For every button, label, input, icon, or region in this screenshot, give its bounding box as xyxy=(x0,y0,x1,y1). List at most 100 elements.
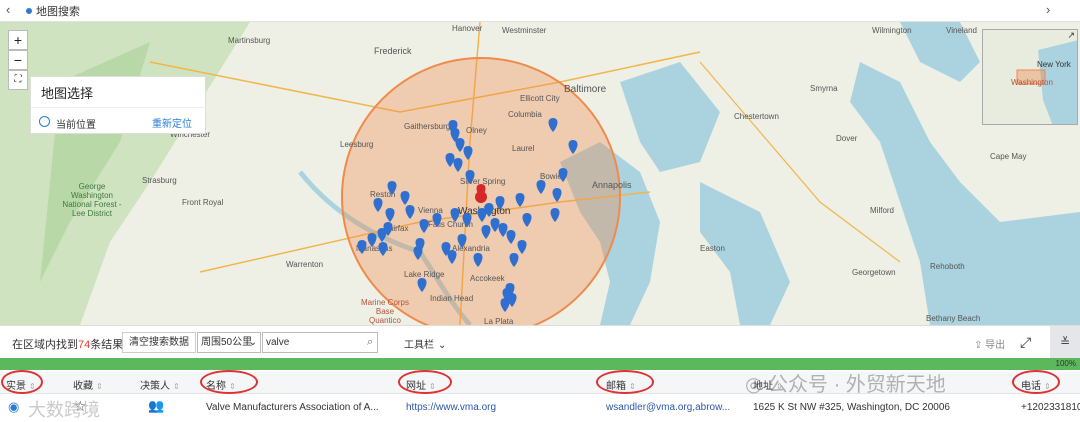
map-pin-icon[interactable] xyxy=(522,213,532,227)
minimap-label-washington: Washington xyxy=(1011,78,1053,87)
result-number: 74 xyxy=(78,339,91,351)
map-pin-icon[interactable] xyxy=(548,118,558,132)
map-pin-icon[interactable] xyxy=(500,298,510,312)
collapse-icon[interactable]: ≚ xyxy=(1050,326,1080,359)
map-pin-icon[interactable] xyxy=(378,242,388,256)
search-icon[interactable]: ⌕ xyxy=(367,333,373,352)
map-pin-icon[interactable] xyxy=(473,253,483,267)
map-pin-icon[interactable] xyxy=(550,208,560,222)
center-pin-icon[interactable] xyxy=(476,184,486,198)
keyword-value: valve xyxy=(266,337,290,348)
map-pin-icon[interactable] xyxy=(481,225,491,239)
map-view[interactable]: Frederick Baltimore Annapolis Columbia E… xyxy=(0,22,1080,325)
map-pin-icon[interactable] xyxy=(568,140,578,154)
row-phone: +1202331810 xyxy=(1021,402,1080,413)
chevron-left-icon[interactable]: ‹ xyxy=(6,2,10,17)
minimap[interactable]: New York Washington ↗ xyxy=(982,29,1078,125)
row-address: 1625 K St NW #325, Washington, DC 20006 xyxy=(753,402,950,413)
clear-search-button[interactable]: 清空搜索数据 xyxy=(122,332,196,353)
highlight-ellipse xyxy=(596,370,654,394)
highlight-ellipse xyxy=(1,370,43,394)
map-pin-icon[interactable] xyxy=(536,180,546,194)
contacts-icon[interactable]: 👥 xyxy=(148,398,164,414)
row-email[interactable]: wsandler@vma.org,abrow... xyxy=(606,402,730,413)
highlight-ellipse xyxy=(398,370,452,394)
tab-dot-icon xyxy=(26,8,32,14)
map-pin-icon[interactable] xyxy=(387,181,397,195)
map-pin-icon[interactable] xyxy=(453,158,463,172)
tab-map-search[interactable]: 地图搜索 xyxy=(26,3,80,19)
map-pin-icon[interactable] xyxy=(419,219,429,233)
map-pin-icon[interactable] xyxy=(445,153,455,167)
result-toolbar: 在区域内找到74条结果 清空搜索数据 周围50公里 ⌄ valve ⌕ 工具栏 ⌄ ⇪… xyxy=(0,325,1080,359)
map-pin-icon[interactable] xyxy=(447,250,457,264)
map-pin-icon[interactable] xyxy=(457,234,467,248)
wechat-watermark: ◎ 公众号 · 外贸新天地 xyxy=(745,368,946,397)
found-suffix: 条结果 xyxy=(90,339,124,351)
table-row[interactable]: ◉ ☆ 👥 Valve Manufacturers Association of… xyxy=(0,394,1080,421)
tools-label: 工具栏 xyxy=(404,340,434,351)
fullscreen-map-icon[interactable]: ⛶ xyxy=(8,70,28,90)
map-pin-icon[interactable] xyxy=(552,188,562,202)
brand-watermark: 大数跨境 xyxy=(28,400,100,420)
map-select-title: 地图选择 xyxy=(41,86,94,101)
map-pin-icon[interactable] xyxy=(455,138,465,152)
current-location-label: 当前位置 xyxy=(56,120,96,131)
result-count: 在区域内找到74条结果 xyxy=(12,336,123,352)
wechat-watermark-text: 公众号 · 外贸新天地 xyxy=(768,374,946,396)
map-pin-icon[interactable] xyxy=(413,246,423,260)
chevron-right-icon[interactable]: › xyxy=(1046,2,1050,17)
map-pin-icon[interactable] xyxy=(517,240,527,254)
progress-label: 100% xyxy=(1055,359,1076,368)
map-pin-icon[interactable] xyxy=(509,253,519,267)
zoom-out-button[interactable]: − xyxy=(8,50,28,70)
zoom-in-button[interactable]: + xyxy=(8,30,28,50)
export-label: 导出 xyxy=(985,340,1006,351)
keyword-input[interactable]: valve ⌕ xyxy=(262,332,378,353)
row-name[interactable]: Valve Manufacturers Association of A... xyxy=(206,402,379,413)
found-prefix: 在区域内找到 xyxy=(12,339,78,351)
column-label: 收藏 xyxy=(73,381,93,392)
minimap-label-newyork: New York xyxy=(1037,60,1071,69)
sort-icon: ⇕ xyxy=(173,382,180,391)
map-pin-icon[interactable] xyxy=(495,196,505,210)
row-website[interactable]: https://www.vma.org xyxy=(406,402,496,413)
radius-value: 周围50公里 xyxy=(201,337,253,348)
map-pin-icon[interactable] xyxy=(506,230,516,244)
streetview-icon[interactable]: ◉ xyxy=(8,399,19,415)
tools-menu[interactable]: 工具栏 ⌄ xyxy=(404,336,446,351)
radius-select[interactable]: 周围50公里 ⌄ xyxy=(197,332,261,353)
current-location-row: 当前位置 重新定位 xyxy=(31,107,206,135)
map-pin-icon[interactable] xyxy=(450,208,460,222)
tab-label: 地图搜索 xyxy=(36,6,80,18)
map-pin-icon[interactable] xyxy=(367,233,377,247)
highlight-ellipse xyxy=(1012,370,1060,394)
map-pin-icon[interactable] xyxy=(373,198,383,212)
column-favorite[interactable]: 收藏 ⇕ xyxy=(73,377,103,392)
map-select-panel: 地图选择 当前位置 重新定位 xyxy=(30,76,206,134)
fullscreen-icon[interactable]: ⤢ xyxy=(1020,334,1031,351)
column-decision[interactable]: 决策人 ⇕ xyxy=(140,377,180,392)
map-pin-icon[interactable] xyxy=(462,213,472,227)
map-pin-icon[interactable] xyxy=(490,218,500,232)
column-label: 决策人 xyxy=(140,381,170,392)
highlight-ellipse xyxy=(200,370,258,394)
map-pin-icon[interactable] xyxy=(417,278,427,292)
map-pin-icon[interactable] xyxy=(432,213,442,227)
map-pin-icon[interactable] xyxy=(385,208,395,222)
minimap-expand-icon[interactable]: ↗ xyxy=(1067,30,1075,41)
map-pin-icon[interactable] xyxy=(498,223,508,237)
map-pin-icon[interactable] xyxy=(477,208,487,222)
map-pin-icon[interactable] xyxy=(515,193,525,207)
map-pin-icon[interactable] xyxy=(463,146,473,160)
map-pin-icon[interactable] xyxy=(400,191,410,205)
map-pin-icon[interactable] xyxy=(357,240,367,254)
map-pin-icon[interactable] xyxy=(558,168,568,182)
map-pin-icon[interactable] xyxy=(405,205,415,219)
relocate-link[interactable]: 重新定位 xyxy=(152,115,192,130)
map-pin-icon[interactable] xyxy=(465,170,475,184)
chevron-down-icon: ⌄ xyxy=(248,337,257,348)
map-pins-layer xyxy=(357,118,578,312)
export-button[interactable]: ⇪ 导出 xyxy=(974,336,1005,351)
location-target-icon xyxy=(39,116,50,127)
